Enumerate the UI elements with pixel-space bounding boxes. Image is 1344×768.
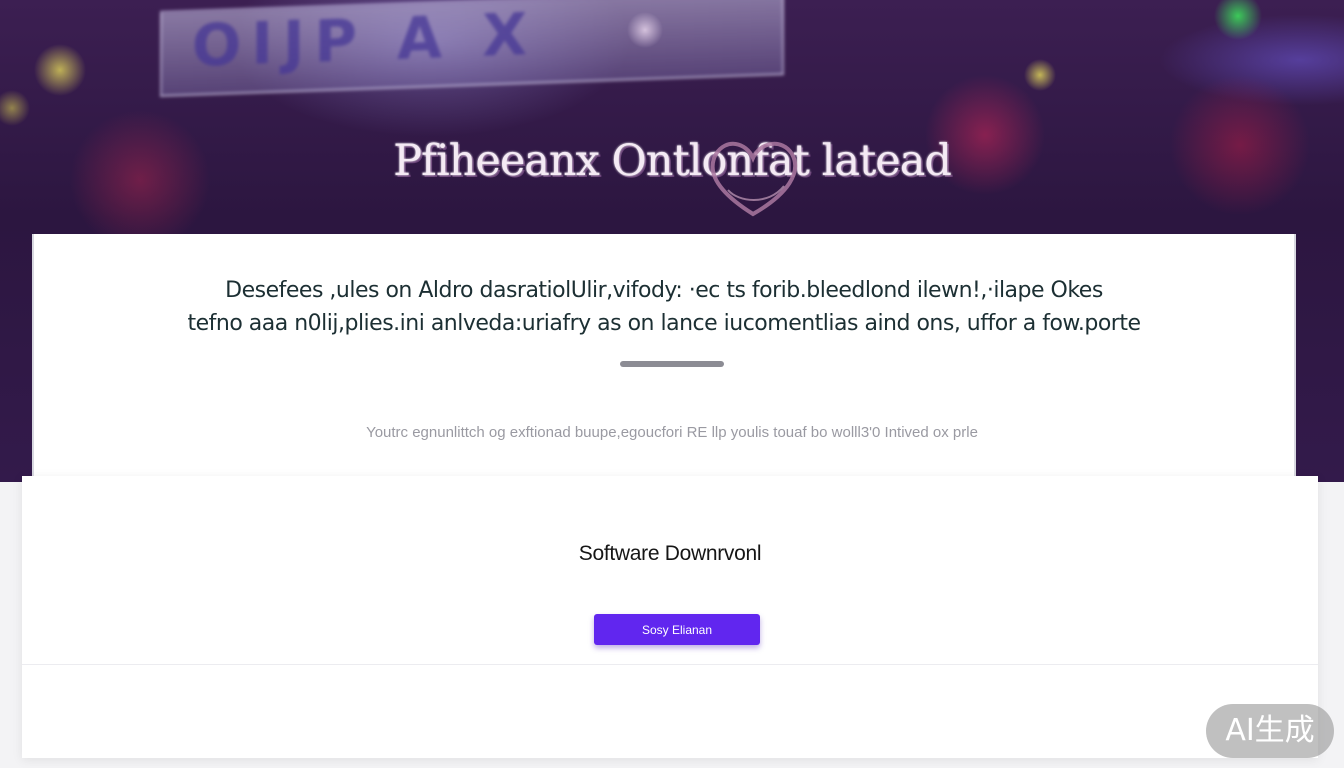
ai-generated-badge: AI生成 (1206, 704, 1334, 758)
description-line: Desefees ,ules on Aldro dasratiolUlir,vi… (225, 278, 1103, 303)
neon-sign-text: OIJP A X (192, 0, 537, 80)
description-line: tefno aaa n0lij,plies.ini anlveda:uriafr… (187, 311, 1141, 336)
download-card: Software Downrvonl Sosy Elianan (22, 476, 1318, 758)
hero-title: Pfiheeanx Ontlonfat latead (393, 136, 952, 186)
description-card: Desefees ,ules on Aldro dasratiolUlir,vi… (32, 234, 1296, 484)
meta-text: Youtrc egnunlittch og exftionad buupe,eg… (366, 424, 978, 441)
neon-sign: OIJP A X (160, 0, 784, 97)
description-text: Desefees ,ules on Aldro dasratiolUlir,vi… (134, 274, 1194, 340)
hero-banner: OIJP A X Pfiheeanx Ontlonfat latead Dese… (0, 0, 1344, 484)
download-button[interactable]: Sosy Elianan (594, 614, 760, 645)
download-title: Software Downrvonl (578, 542, 762, 565)
card-separator (22, 664, 1318, 665)
heart-swirl-icon (710, 142, 798, 217)
divider (620, 361, 724, 367)
